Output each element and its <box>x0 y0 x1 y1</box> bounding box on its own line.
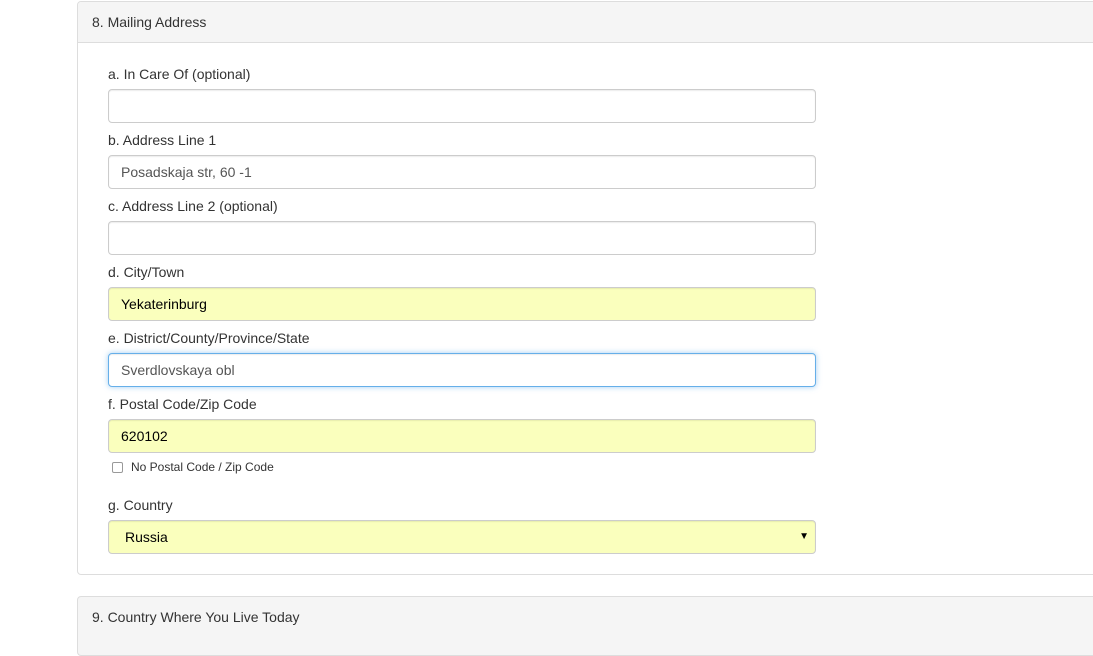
address-line-1-input[interactable] <box>108 155 816 189</box>
state-input[interactable] <box>108 353 816 387</box>
mailing-address-panel: 8. Mailing Address a. In Care Of (option… <box>77 1 1093 575</box>
state-label: e. District/County/Province/State <box>108 330 310 346</box>
country-selected-value: Russia <box>125 529 168 545</box>
panel-heading: 8. Mailing Address <box>78 2 1093 43</box>
postal-code-label: f. Postal Code/Zip Code <box>108 396 257 412</box>
city-input[interactable] <box>108 287 816 321</box>
dropdown-arrow-icon: ▼ <box>799 531 809 542</box>
next-section-title: 9. Country Where You Live Today <box>92 609 300 625</box>
no-postal-code-label[interactable]: No Postal Code / Zip Code <box>131 460 274 474</box>
no-postal-code-option[interactable]: No Postal Code / Zip Code <box>112 460 274 474</box>
address-line-1-label: b. Address Line 1 <box>108 132 217 148</box>
city-label: d. City/Town <box>108 264 185 280</box>
in-care-of-input[interactable] <box>108 89 816 123</box>
country-select[interactable]: Russia ▼ <box>108 520 816 554</box>
no-postal-code-checkbox[interactable] <box>112 461 123 473</box>
address-line-2-input[interactable] <box>108 221 816 255</box>
next-section-panel: 9. Country Where You Live Today <box>77 596 1093 656</box>
country-label: g. Country <box>108 497 173 513</box>
in-care-of-label: a. In Care Of (optional) <box>108 66 251 82</box>
postal-code-input[interactable] <box>108 419 816 453</box>
section-title: 8. Mailing Address <box>92 14 207 30</box>
address-line-2-label: c. Address Line 2 (optional) <box>108 198 278 214</box>
